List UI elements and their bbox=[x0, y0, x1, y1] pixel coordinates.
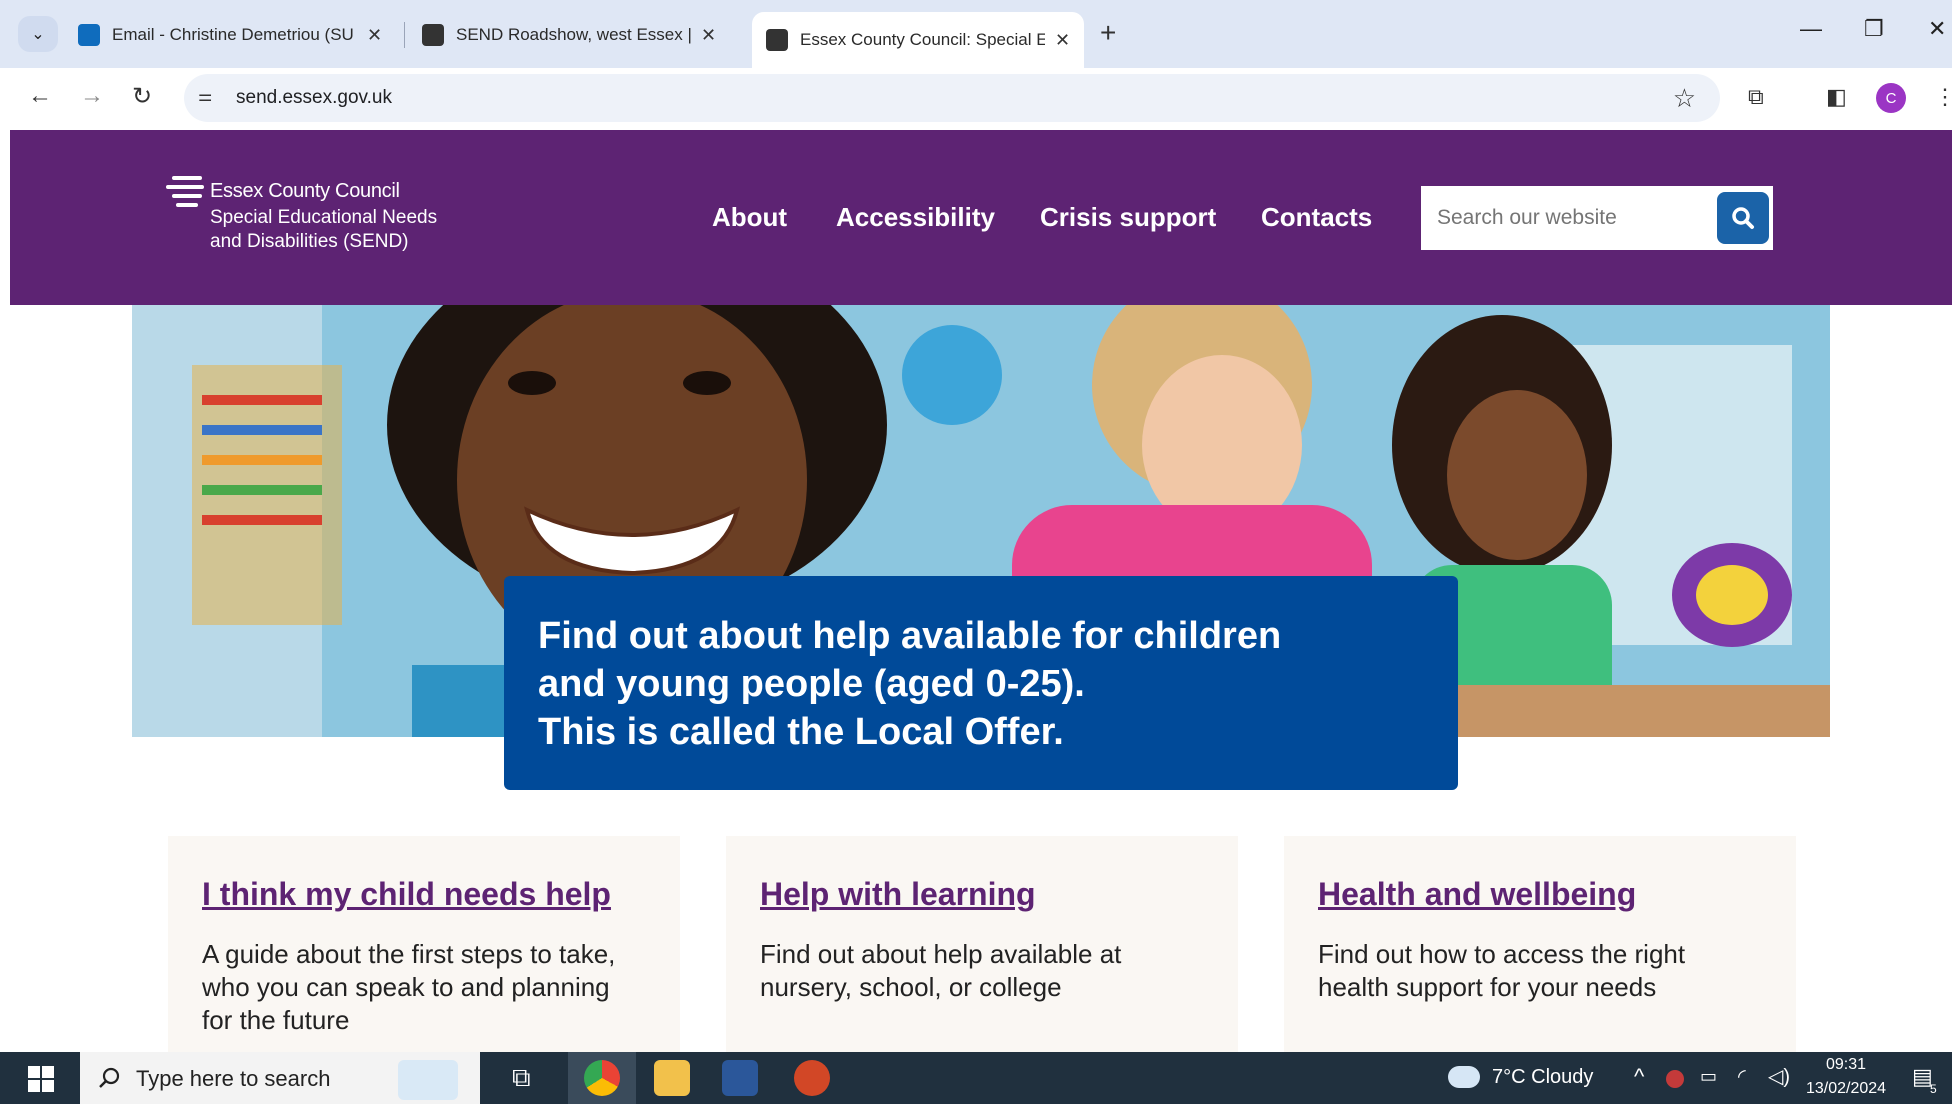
site-settings-icon[interactable]: ⚌ bbox=[198, 86, 220, 108]
windows-start-icon[interactable] bbox=[28, 1066, 54, 1092]
card-child-needs-help: I think my child needs help A guide abou… bbox=[168, 836, 680, 1052]
close-tab-icon[interactable]: ✕ bbox=[367, 25, 382, 46]
back-arrow-icon[interactable]: ← bbox=[28, 82, 52, 110]
notification-count: 5 bbox=[1930, 1082, 1937, 1096]
site-search bbox=[1421, 186, 1773, 250]
site-favicon-icon bbox=[766, 29, 788, 51]
service-name: Special Educational Needs and Disabiliti… bbox=[210, 206, 510, 254]
service-name-line1: Special Educational Needs bbox=[210, 207, 438, 228]
org-name: Essex County Council bbox=[210, 180, 400, 202]
close-window-icon[interactable]: ✕ bbox=[1928, 16, 1946, 42]
essex-logo-icon bbox=[166, 176, 206, 210]
search-highlight-icon bbox=[398, 1060, 458, 1100]
task-view-icon[interactable]: ⧉ bbox=[512, 1062, 531, 1094]
search-icon bbox=[99, 1067, 120, 1088]
card-title-link[interactable]: I think my child needs help bbox=[202, 876, 611, 913]
outlook-icon bbox=[78, 24, 100, 46]
word-icon[interactable] bbox=[722, 1060, 758, 1096]
windows-taskbar: Type here to search ⧉ 7°C Cloudy ^ ▭ ◜ ◁… bbox=[0, 1052, 1952, 1104]
taskbar-search[interactable]: Type here to search bbox=[80, 1052, 480, 1104]
card-description: A guide about the first steps to take, w… bbox=[202, 939, 616, 1035]
site-header: Essex County Council Special Educational… bbox=[10, 130, 1952, 305]
reload-icon[interactable]: ↻ bbox=[132, 82, 152, 111]
url-text[interactable]: send.essex.gov.uk bbox=[236, 87, 392, 109]
card-health-wellbeing: Health and wellbeing Find out how to acc… bbox=[1284, 836, 1796, 1052]
close-tab-icon[interactable]: ✕ bbox=[701, 25, 716, 46]
hero-text-line3: This is called the Local Offer. bbox=[538, 711, 1064, 753]
profile-avatar[interactable]: C bbox=[1876, 83, 1906, 113]
taskbar-search-placeholder: Type here to search bbox=[136, 1066, 331, 1091]
weather-text[interactable]: 7°C Cloudy bbox=[1492, 1066, 1593, 1089]
show-hidden-icons-chevron-icon[interactable]: ^ bbox=[1634, 1064, 1644, 1090]
new-tab-button[interactable]: + bbox=[1100, 17, 1116, 49]
nav-accessibility[interactable]: Accessibility bbox=[836, 202, 995, 233]
minimize-icon[interactable]: — bbox=[1800, 16, 1822, 42]
tab-send-roadshow[interactable]: SEND Roadshow, west Essex | E ✕ bbox=[408, 14, 730, 56]
web-page: Essex County Council Special Educational… bbox=[10, 130, 1952, 1052]
tab-search-chevron-icon[interactable]: ⌄ bbox=[18, 16, 58, 52]
bookmark-star-icon[interactable]: ☆ bbox=[1673, 83, 1696, 114]
tab-email[interactable]: Email - Christine Demetriou (SU ✕ bbox=[64, 14, 396, 56]
browser-menu-icon[interactable]: ⋮ bbox=[1934, 84, 1952, 110]
address-bar[interactable]: ⚌ send.essex.gov.uk ☆ bbox=[184, 74, 1720, 122]
card-description: Find out how to access the right health … bbox=[1318, 939, 1686, 1002]
cloudy-weather-icon[interactable] bbox=[1448, 1066, 1480, 1088]
tab-title: Essex County Council: Special E bbox=[800, 30, 1045, 49]
volume-icon[interactable]: ◁) bbox=[1768, 1064, 1790, 1089]
clock-date[interactable]: 13/02/2024 bbox=[1806, 1080, 1886, 1098]
browser-toolbar: ← → ↻ ⚌ send.essex.gov.uk ☆ ⧉ ◧ C ⋮ bbox=[0, 68, 1952, 130]
close-tab-icon[interactable]: ✕ bbox=[1055, 30, 1070, 51]
tab-essex-send-active[interactable]: Essex County Council: Special E ✕ bbox=[752, 12, 1085, 68]
card-help-with-learning: Help with learning Find out about help a… bbox=[726, 836, 1238, 1052]
chrome-icon bbox=[584, 1060, 620, 1096]
card-title-link[interactable]: Health and wellbeing bbox=[1318, 876, 1636, 913]
side-panel-icon[interactable]: ◧ bbox=[1826, 84, 1847, 110]
restore-icon[interactable]: ❐ bbox=[1864, 16, 1884, 42]
nav-about[interactable]: About bbox=[712, 202, 787, 233]
tab-title: SEND Roadshow, west Essex | E bbox=[456, 25, 691, 44]
search-icon bbox=[1732, 207, 1754, 229]
security-status-icon[interactable] bbox=[1666, 1070, 1684, 1088]
extensions-puzzle-icon[interactable]: ⧉ bbox=[1748, 84, 1764, 110]
nav-contacts[interactable]: Contacts bbox=[1261, 202, 1372, 233]
nav-crisis-support[interactable]: Crisis support bbox=[1040, 202, 1216, 233]
forward-arrow-icon[interactable]: → bbox=[80, 82, 104, 110]
wifi-icon[interactable]: ◜ bbox=[1738, 1064, 1746, 1089]
chrome-app-active[interactable] bbox=[568, 1052, 636, 1104]
file-explorer-icon[interactable] bbox=[654, 1060, 690, 1096]
browser-tab-strip: ⌄ Email - Christine Demetriou (SU ✕ SEND… bbox=[0, 0, 1952, 68]
search-button[interactable] bbox=[1717, 192, 1769, 244]
network-icon[interactable]: ▭ bbox=[1700, 1066, 1717, 1087]
search-input[interactable] bbox=[1421, 186, 1711, 250]
tab-title: Email - Christine Demetriou (SU bbox=[112, 25, 354, 44]
card-description: Find out about help available at nursery… bbox=[760, 939, 1122, 1002]
powerpoint-icon[interactable] bbox=[794, 1060, 830, 1096]
service-name-line2: and Disabilities (SEND) bbox=[210, 231, 409, 252]
hero-text-line1: Find out about help available for childr… bbox=[538, 615, 1282, 657]
site-favicon-icon bbox=[422, 24, 444, 46]
hero-text-line2: and young people (aged 0-25). bbox=[538, 663, 1085, 705]
hero-callout: Find out about help available for childr… bbox=[504, 576, 1458, 790]
clock-time[interactable]: 09:31 bbox=[1826, 1056, 1866, 1074]
card-title-link[interactable]: Help with learning bbox=[760, 876, 1036, 913]
tab-separator bbox=[404, 22, 405, 48]
screen: ⌄ Email - Christine Demetriou (SU ✕ SEND… bbox=[0, 0, 1952, 1104]
